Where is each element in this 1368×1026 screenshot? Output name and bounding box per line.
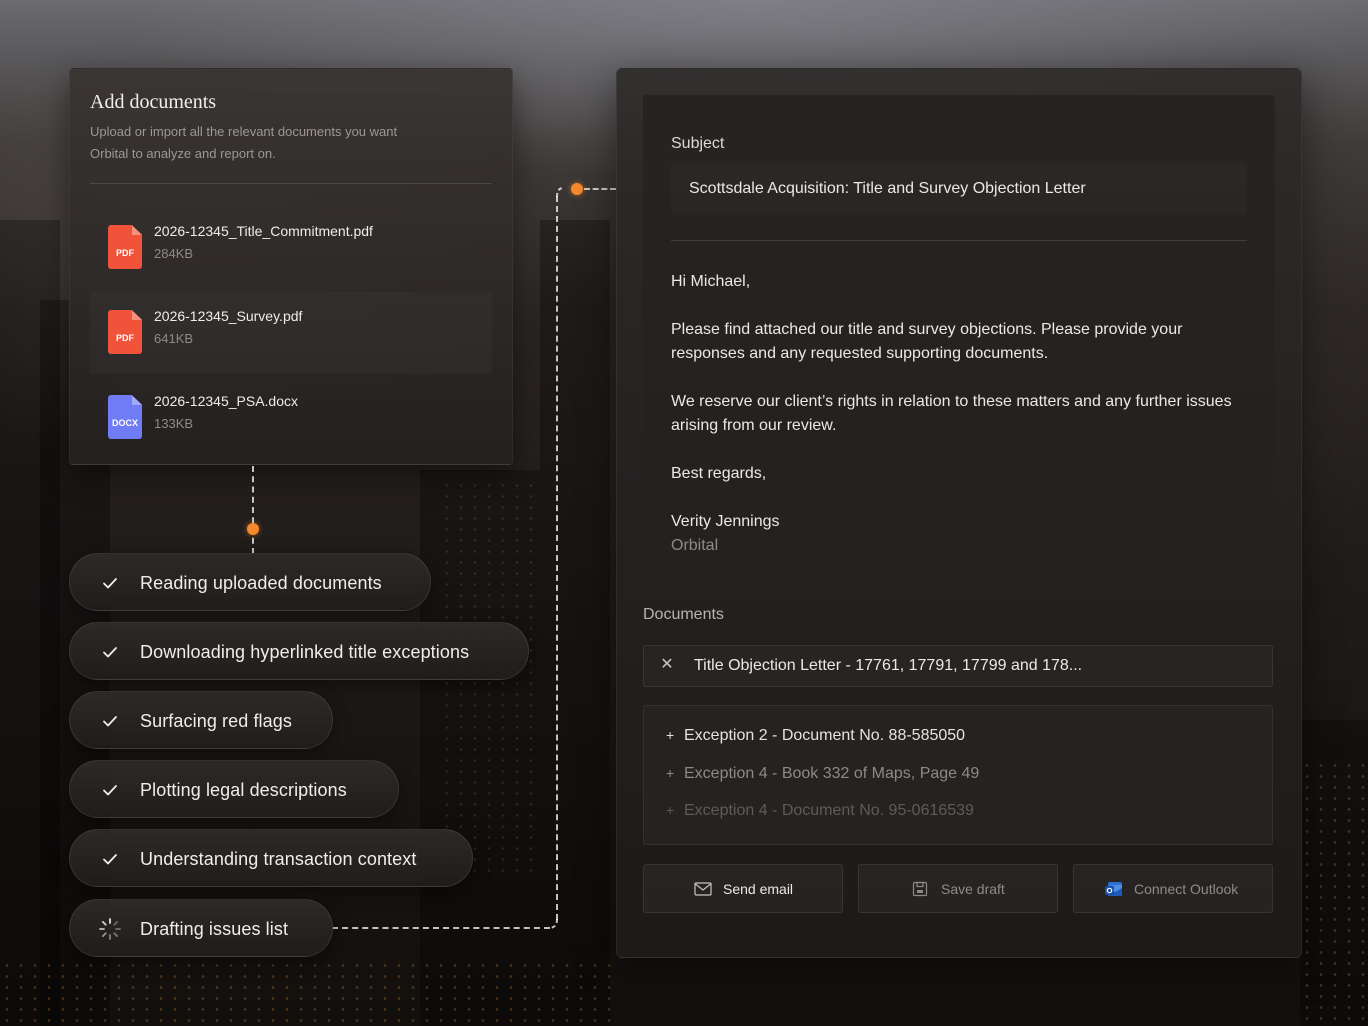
step-label: Surfacing red flags [140,711,292,731]
email-paragraph[interactable]: Please find attached our title and surve… [671,318,1241,366]
step-label: Reading uploaded documents [140,573,382,593]
pdf-file-icon: PDF [108,310,142,354]
flow-connector [556,196,558,920]
step-downloading-exceptions: Downloading hyperlinked title exceptions [69,622,529,680]
email-greeting[interactable]: Hi Michael, [671,270,1241,294]
file-name: 2026-12345_Title_Commitment.pdf [154,223,373,239]
file-size: 641KB [154,331,194,346]
flow-connector-curve [548,918,558,929]
check-icon [103,854,117,865]
city-lights [1300,760,1368,1026]
exception-suggestions-list: + Exception 2 - Document No. 88-585050 + E… [643,705,1273,845]
step-drafting-issues-list: Drafting issues list [69,899,333,957]
pdf-file-icon: PDF [108,225,142,269]
plus-icon: + [666,727,675,743]
flow-connector [332,927,550,929]
check-icon [103,578,117,589]
step-label: Plotting legal descriptions [140,780,347,800]
flow-node-dot [571,183,583,195]
sender-name[interactable]: Verity Jennings [671,510,1241,534]
exception-item[interactable]: + Exception 4 - Document No. 95-0616539 [666,802,974,820]
step-label: Downloading hyperlinked title exceptions [140,642,470,662]
connect-outlook-button[interactable]: Connect Outlook [1073,864,1273,913]
file-name: 2026-12345_PSA.docx [154,393,298,409]
email-closing[interactable]: Best regards, [671,462,1241,486]
email-draft-panel: Subject Scottsdale Acquisition: Title an… [616,68,1302,958]
check-icon [103,716,117,727]
exception-item[interactable]: + Exception 2 - Document No. 88-585050 [666,727,965,745]
step-reading-documents: Reading uploaded documents [69,553,431,611]
file-row-title-commitment[interactable]: PDF 2026-12345_Title_Commitment.pdf 284K… [90,207,492,289]
flow-connector [252,466,254,554]
plus-icon: + [666,765,675,781]
divider [90,183,492,184]
city-lights [0,960,616,1026]
city-lights [440,480,540,880]
file-name: 2026-12345_Survey.pdf [154,308,303,324]
connect-outlook-label: Connect Outlook [1134,881,1239,897]
divider [671,240,1247,241]
sender-organization[interactable]: Orbital [671,534,1241,558]
flow-connector [584,188,616,190]
close-icon[interactable]: ✕ [658,656,676,674]
save-draft-button[interactable]: Save draft [858,864,1058,913]
outlook-icon [1105,882,1122,896]
step-label: Drafting issues list [140,919,289,939]
attached-document-name: Title Objection Letter - 17761, 17791, 1… [694,657,1083,674]
file-size: 133KB [154,416,194,431]
check-icon [103,647,117,658]
mail-icon [694,882,712,896]
flow-connector-curve [556,187,564,198]
plus-icon: + [666,802,675,818]
background-building [540,220,610,1026]
step-surfacing-red-flags: Surfacing red flags [69,691,333,749]
step-label: Understanding transaction context [140,849,417,869]
file-row-survey[interactable]: PDF 2026-12345_Survey.pdf 641KB [90,292,492,374]
check-icon [103,785,117,796]
add-documents-title: Add documents [90,91,217,113]
subject-field[interactable]: Scottsdale Acquisition: Title and Survey… [671,163,1247,215]
docx-file-icon: DOCX [108,395,142,439]
email-paragraph[interactable]: We reserve our client’s rights in relati… [671,390,1241,438]
subject-label: Subject [671,135,725,152]
send-email-button[interactable]: Send email [643,864,843,913]
save-icon [912,881,928,897]
save-draft-label: Save draft [941,881,1005,897]
loading-spinner-icon [99,918,121,940]
email-body-card: Subject Scottsdale Acquisition: Title an… [643,95,1275,585]
attached-document-chip[interactable]: ✕ Title Objection Letter - 17761, 17791,… [643,645,1273,687]
file-size: 284KB [154,246,194,261]
documents-label: Documents [643,606,724,623]
add-documents-subtitle: Upload or import all the relevant docume… [90,124,398,161]
step-understanding-context: Understanding transaction context [69,829,473,887]
add-documents-panel: Add documents Upload or import all the r… [69,68,513,465]
flow-node-dot [247,523,259,535]
subject-value: Scottsdale Acquisition: Title and Survey… [689,180,1086,197]
step-plotting-legal-descriptions: Plotting legal descriptions [69,760,399,818]
exception-item[interactable]: + Exception 4 - Book 332 of Maps, Page 49 [666,765,979,783]
send-email-label: Send email [723,881,794,897]
file-row-psa[interactable]: DOCX 2026-12345_PSA.docx 133KB [90,377,492,459]
